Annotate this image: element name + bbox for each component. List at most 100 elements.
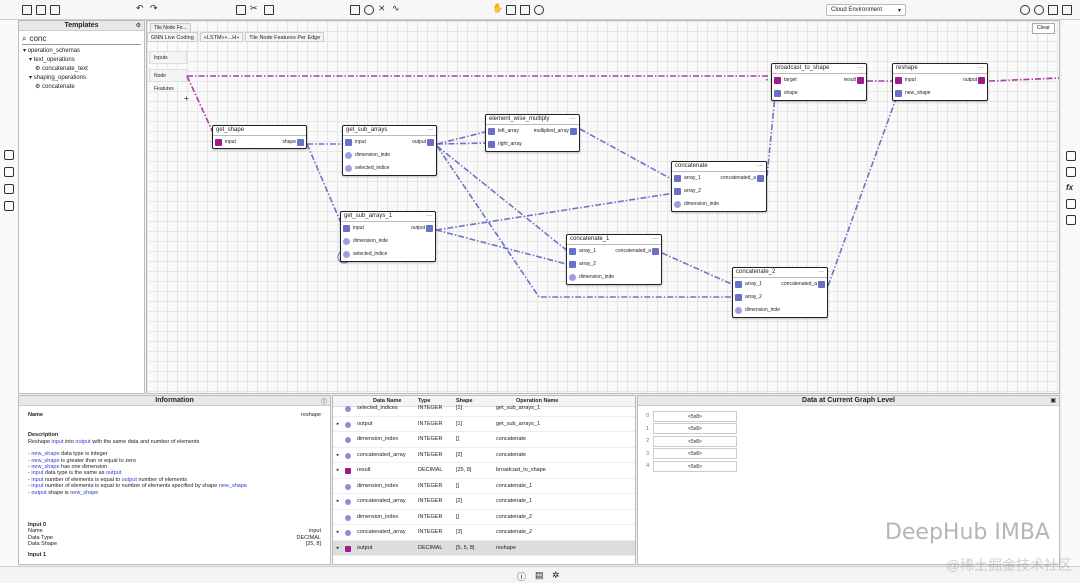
tree-item[interactable]: ⚙ concatenate bbox=[19, 83, 144, 92]
table-row[interactable]: dimension_index INTEGER [] concatenate bbox=[333, 432, 635, 448]
hexagon-icon[interactable] bbox=[1066, 167, 1076, 177]
input-port[interactable] bbox=[488, 141, 495, 148]
table-icon[interactable]: ▤ bbox=[535, 570, 544, 581]
expand-icon[interactable] bbox=[333, 432, 343, 447]
hierarchy-icon[interactable] bbox=[1066, 151, 1076, 161]
data-value[interactable]: <5x8> bbox=[653, 423, 737, 435]
expand-icon[interactable]: ▸ bbox=[333, 494, 343, 509]
node-get-sub-arrays-1[interactable]: get_sub_arrays_1 ··· input output dimension_… bbox=[340, 211, 436, 262]
info-icon[interactable]: ⓘ bbox=[517, 570, 526, 583]
table-row[interactable]: ▸ concatenated_array INTEGER [3] concatenate… bbox=[333, 525, 635, 541]
input-port[interactable] bbox=[895, 77, 902, 84]
more-icon[interactable]: ··· bbox=[652, 235, 658, 244]
more-icon[interactable]: ··· bbox=[757, 162, 763, 171]
lock-icon[interactable] bbox=[506, 5, 516, 15]
input-port[interactable] bbox=[569, 261, 576, 268]
template-search[interactable]: ⌕ conc bbox=[22, 33, 141, 45]
hand-icon[interactable]: ✋ bbox=[492, 3, 503, 13]
input-port[interactable] bbox=[343, 251, 350, 258]
expand-icon[interactable]: ▸ bbox=[333, 417, 343, 432]
paste-icon[interactable] bbox=[264, 5, 274, 15]
data-row[interactable]: 4 <5x8> bbox=[638, 460, 1059, 473]
info-icon[interactable]: ⓘ bbox=[321, 397, 327, 406]
input-port[interactable] bbox=[345, 152, 352, 159]
output-port[interactable] bbox=[978, 77, 985, 84]
input-port[interactable] bbox=[674, 175, 681, 182]
more-icon[interactable]: ··· bbox=[427, 126, 433, 135]
input-port[interactable] bbox=[345, 139, 352, 146]
data-row[interactable]: 3 <5x8> bbox=[638, 448, 1059, 461]
table-row[interactable]: ▸ output INTEGER [1] get_sub_arrays_1 bbox=[333, 417, 635, 432]
cube-icon[interactable] bbox=[4, 150, 14, 160]
zoom-out-icon[interactable] bbox=[1034, 5, 1044, 15]
more-icon[interactable]: ··· bbox=[818, 268, 824, 277]
node-get-shape[interactable]: get_shape input shape bbox=[212, 125, 307, 149]
expand-icon[interactable] bbox=[1048, 5, 1058, 15]
settings-icon[interactable] bbox=[364, 5, 374, 15]
table-row[interactable]: ▸ concatenated_array INTEGER [2] concatenate bbox=[333, 448, 635, 463]
node-get-sub-arrays[interactable]: get_sub_arrays ··· input output dimension_in… bbox=[342, 125, 437, 176]
node-concatenate-1[interactable]: concatenate_1 ··· array_1 concatenated_a arr… bbox=[566, 234, 662, 285]
more-icon[interactable]: ··· bbox=[570, 115, 576, 124]
node-broadcast-to-shape[interactable]: broadcast_to_shape ··· target result shape bbox=[771, 63, 867, 101]
delete-icon[interactable] bbox=[350, 5, 360, 15]
cloud-icon[interactable] bbox=[4, 201, 14, 211]
input-port[interactable] bbox=[735, 294, 742, 301]
output-port[interactable] bbox=[757, 175, 764, 182]
graph-icon[interactable]: ✲ bbox=[552, 570, 560, 581]
data-value[interactable]: <5x8> bbox=[653, 460, 737, 472]
graph-canvas[interactable]: Tile Node Fe... GNN Live Coding «LSTM»«..… bbox=[146, 20, 1060, 394]
table-row[interactable]: ▸ concatenated_array INTEGER [2] concatenate… bbox=[333, 494, 635, 510]
nodes-icon[interactable] bbox=[1066, 199, 1076, 209]
fullscreen-icon[interactable] bbox=[1062, 5, 1072, 15]
expand-icon[interactable]: ▸ bbox=[333, 463, 343, 478]
database-icon[interactable] bbox=[4, 167, 14, 177]
input-port[interactable] bbox=[895, 90, 902, 97]
output-port[interactable] bbox=[297, 139, 304, 146]
function-icon[interactable]: fx bbox=[1066, 183, 1076, 193]
input-port[interactable] bbox=[345, 165, 352, 172]
table-row[interactable]: dimension_index INTEGER [] concatenate_2 bbox=[333, 510, 635, 525]
input-port[interactable] bbox=[735, 281, 742, 288]
input-port[interactable] bbox=[215, 139, 222, 146]
zoom-in-icon[interactable] bbox=[1020, 5, 1030, 15]
more-icon[interactable]: ··· bbox=[426, 212, 432, 221]
more-icon[interactable]: ··· bbox=[857, 64, 863, 73]
table-row[interactable]: ▸ output DECIMAL [5, 5, 8] reshape bbox=[333, 540, 635, 556]
expand-icon[interactable]: ▣ bbox=[1050, 397, 1056, 404]
node-concatenate[interactable]: concatenate ··· array_1 concatenated_a array… bbox=[671, 161, 767, 212]
data-value[interactable]: <5x8> bbox=[653, 448, 737, 460]
expand-icon[interactable]: ▸ bbox=[333, 448, 343, 463]
copy-icon[interactable] bbox=[236, 5, 246, 15]
input-port[interactable] bbox=[774, 77, 781, 84]
expand-icon[interactable] bbox=[333, 401, 343, 416]
input-port[interactable] bbox=[674, 201, 681, 208]
output-port[interactable] bbox=[818, 281, 825, 288]
data-value[interactable]: <5x8> bbox=[653, 410, 737, 422]
node-reshape[interactable]: reshape ··· input output new_shape bbox=[892, 63, 988, 101]
share-nodes-icon[interactable] bbox=[4, 184, 14, 194]
expand-icon[interactable]: ▸ bbox=[333, 541, 343, 556]
search-input[interactable]: conc bbox=[29, 34, 46, 43]
input-port[interactable] bbox=[343, 238, 350, 245]
environment-select[interactable]: Cloud Environment ▾ bbox=[826, 4, 906, 16]
open-icon[interactable] bbox=[50, 5, 60, 15]
debug-icon[interactable] bbox=[534, 5, 544, 15]
data-row[interactable]: 2 <5x8> bbox=[638, 435, 1059, 448]
expand-icon[interactable] bbox=[333, 479, 343, 494]
disconnect-icon[interactable]: ⨯ bbox=[378, 3, 388, 13]
input-port[interactable] bbox=[569, 248, 576, 255]
output-port[interactable] bbox=[570, 128, 577, 135]
output-port[interactable] bbox=[857, 77, 864, 84]
data-row[interactable]: 0 <5x8> bbox=[638, 410, 1059, 423]
cut-icon[interactable]: ✂ bbox=[250, 3, 260, 13]
output-port[interactable] bbox=[427, 139, 434, 146]
table-row[interactable]: dimension_index INTEGER [] concatenate_1 bbox=[333, 479, 635, 494]
expand-icon[interactable] bbox=[333, 510, 343, 525]
save-icon[interactable] bbox=[22, 5, 32, 15]
tree-item[interactable]: ⚙ concatenate_text bbox=[19, 65, 144, 74]
settings-icon[interactable]: ⚙ bbox=[136, 22, 141, 29]
expand-icon[interactable]: ▸ bbox=[333, 525, 343, 540]
undo-icon[interactable]: ↶ bbox=[136, 3, 146, 13]
input-port[interactable] bbox=[343, 225, 350, 232]
